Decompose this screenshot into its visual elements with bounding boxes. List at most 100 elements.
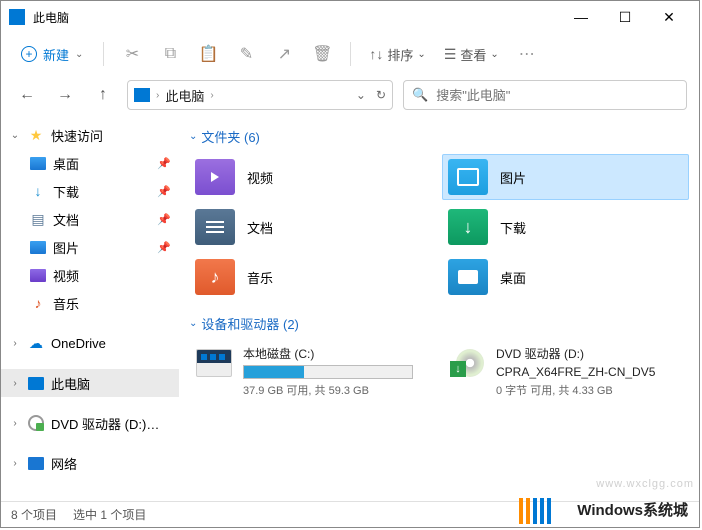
chevron-down-icon: ⌄ (490, 49, 498, 60)
drive-name: DVD 驱动器 (D:) (496, 345, 683, 362)
downloads-folder-icon (448, 209, 488, 245)
sidebar-downloads[interactable]: ↓ 下载 📌 (1, 177, 179, 205)
sidebar-pictures[interactable]: 图片 📌 (1, 233, 179, 261)
folder-music[interactable]: 音乐 (189, 254, 436, 300)
drives-grid: 本地磁盘 (C:) 37.9 GB 可用, 共 59.3 GB ↓ DVD 驱动… (189, 341, 689, 402)
pin-icon: 📌 (157, 213, 171, 226)
video-icon (30, 269, 46, 282)
breadcrumb-sep: › (210, 90, 213, 101)
sidebar-label: 快速访问 (51, 126, 103, 145)
sidebar-label: 网络 (51, 454, 77, 473)
view-button[interactable]: ☰ 查看 ⌄ (438, 41, 505, 68)
sidebar-dvd[interactable]: DVD 驱动器 (D:) CPRA_X64FRE_ZH-CN_DV5 (1, 409, 179, 437)
sidebar-label: DVD 驱动器 (D:) CPRA_X64FRE_ZH-CN_DV5 (51, 414, 161, 433)
drive-subname: CPRA_X64FRE_ZH-CN_DV5 (496, 365, 683, 379)
cut-button[interactable]: ✂ (116, 38, 148, 70)
section-drives[interactable]: ⌄ 设备和驱动器 (2) (189, 308, 689, 341)
share-button[interactable]: ↗ (268, 38, 300, 70)
rename-button[interactable]: ✎ (230, 38, 262, 70)
folder-desktop[interactable]: 桌面 (442, 254, 689, 300)
network-icon (28, 457, 44, 470)
breadcrumb-sep: › (156, 90, 159, 101)
chevron-down-icon[interactable] (9, 130, 21, 141)
minimize-button[interactable]: — (559, 2, 603, 32)
chevron-right-icon[interactable] (9, 418, 21, 429)
sidebar-desktop[interactable]: 桌面 📌 (1, 149, 179, 177)
pictures-icon (30, 241, 46, 254)
back-button[interactable]: ← (13, 81, 41, 109)
section-label: 设备和驱动器 (2) (201, 314, 299, 333)
watermark-logo (519, 498, 551, 524)
chevron-right-icon[interactable] (9, 378, 21, 389)
sidebar: ★ 快速访问 桌面 📌 ↓ 下载 📌 ▤ 文档 📌 图片 📌 (1, 115, 179, 501)
dvd-icon: ↓ (448, 345, 486, 381)
documents-folder-icon (195, 209, 235, 245)
chevron-down-icon: ⌄ (189, 131, 197, 142)
forward-button[interactable]: → (51, 81, 79, 109)
refresh-button[interactable]: ↻ (376, 88, 386, 102)
new-button[interactable]: + 新建 ⌄ (13, 41, 91, 68)
folder-videos[interactable]: 视频 (189, 154, 436, 200)
sidebar-quick-access[interactable]: ★ 快速访问 (1, 121, 179, 149)
paste-button[interactable]: 📋 (192, 38, 224, 70)
sidebar-network[interactable]: 网络 (1, 449, 179, 477)
video-folder-icon (195, 159, 235, 195)
maximize-button[interactable]: ☐ (603, 2, 647, 32)
disc-icon (27, 414, 45, 432)
copy-button[interactable]: ⧉ (154, 38, 186, 70)
chevron-down-icon: ⌄ (75, 49, 83, 60)
breadcrumb[interactable]: 此电脑 (165, 86, 204, 105)
content-pane: ⌄ 文件夹 (6) 视频 图片 文档 下载 (179, 115, 699, 501)
separator (103, 42, 104, 66)
folder-icon (30, 157, 46, 170)
this-pc-icon (9, 9, 25, 25)
search-box[interactable]: 🔍 (403, 80, 687, 110)
selected-count: 选中 1 个项目 (73, 506, 146, 523)
up-button[interactable]: ↑ (89, 81, 117, 109)
cloud-icon: ☁ (27, 334, 45, 352)
more-button[interactable]: ⋯ (511, 38, 543, 70)
folder-documents[interactable]: 文档 (189, 204, 436, 250)
desktop-folder-icon (448, 259, 488, 295)
chevron-down-icon: ⌄ (189, 318, 197, 329)
section-folders[interactable]: ⌄ 文件夹 (6) (189, 121, 689, 154)
plus-icon: + (21, 46, 37, 62)
body: ★ 快速访问 桌面 📌 ↓ 下载 📌 ▤ 文档 📌 图片 📌 (1, 115, 699, 501)
sidebar-label: 文档 (53, 210, 79, 229)
dropdown-icon[interactable]: ⌄ (356, 88, 366, 102)
folder-pictures[interactable]: 图片 (442, 154, 689, 200)
sort-button[interactable]: ↑↓ 排序 ⌄ (363, 41, 431, 68)
sidebar-onedrive[interactable]: ☁ OneDrive (1, 329, 179, 357)
folder-downloads[interactable]: 下载 (442, 204, 689, 250)
sidebar-this-pc[interactable]: 此电脑 (1, 369, 179, 397)
delete-button[interactable]: 🗑 (306, 38, 338, 70)
sidebar-music[interactable]: ♪ 音乐 (1, 289, 179, 317)
folders-grid: 视频 图片 文档 下载 音乐 (189, 154, 689, 300)
chevron-right-icon[interactable] (9, 338, 21, 349)
sidebar-label: 桌面 (53, 154, 79, 173)
sort-label: 排序 (387, 45, 413, 64)
watermark-brand: Windows系统城 (577, 499, 688, 520)
pin-icon: 📌 (157, 157, 171, 170)
chevron-right-icon[interactable] (9, 458, 21, 469)
sort-icon: ↑↓ (369, 46, 383, 62)
close-button[interactable]: ✕ (647, 2, 691, 32)
sidebar-videos[interactable]: 视频 (1, 261, 179, 289)
sidebar-documents[interactable]: ▤ 文档 📌 (1, 205, 179, 233)
section-label: 文件夹 (6) (201, 127, 260, 146)
drive-c[interactable]: 本地磁盘 (C:) 37.9 GB 可用, 共 59.3 GB (189, 341, 436, 402)
drive-d[interactable]: ↓ DVD 驱动器 (D:) CPRA_X64FRE_ZH-CN_DV5 0 字… (442, 341, 689, 402)
new-label: 新建 (43, 45, 69, 64)
drive-info: 0 字节 可用, 共 4.33 GB (496, 382, 683, 398)
pin-icon: 📌 (157, 241, 171, 254)
address-bar[interactable]: › 此电脑 › ⌄ ↻ (127, 80, 393, 110)
sidebar-label: 此电脑 (51, 374, 90, 393)
navigation-bar: ← → ↑ › 此电脑 › ⌄ ↻ 🔍 (1, 75, 699, 115)
this-pc-icon (134, 88, 150, 102)
sidebar-label: OneDrive (51, 336, 106, 351)
search-icon: 🔍 (412, 87, 428, 103)
download-icon: ↓ (29, 182, 47, 200)
title-bar: 此电脑 — ☐ ✕ (1, 1, 699, 33)
document-icon: ▤ (29, 210, 47, 228)
search-input[interactable] (436, 88, 678, 103)
